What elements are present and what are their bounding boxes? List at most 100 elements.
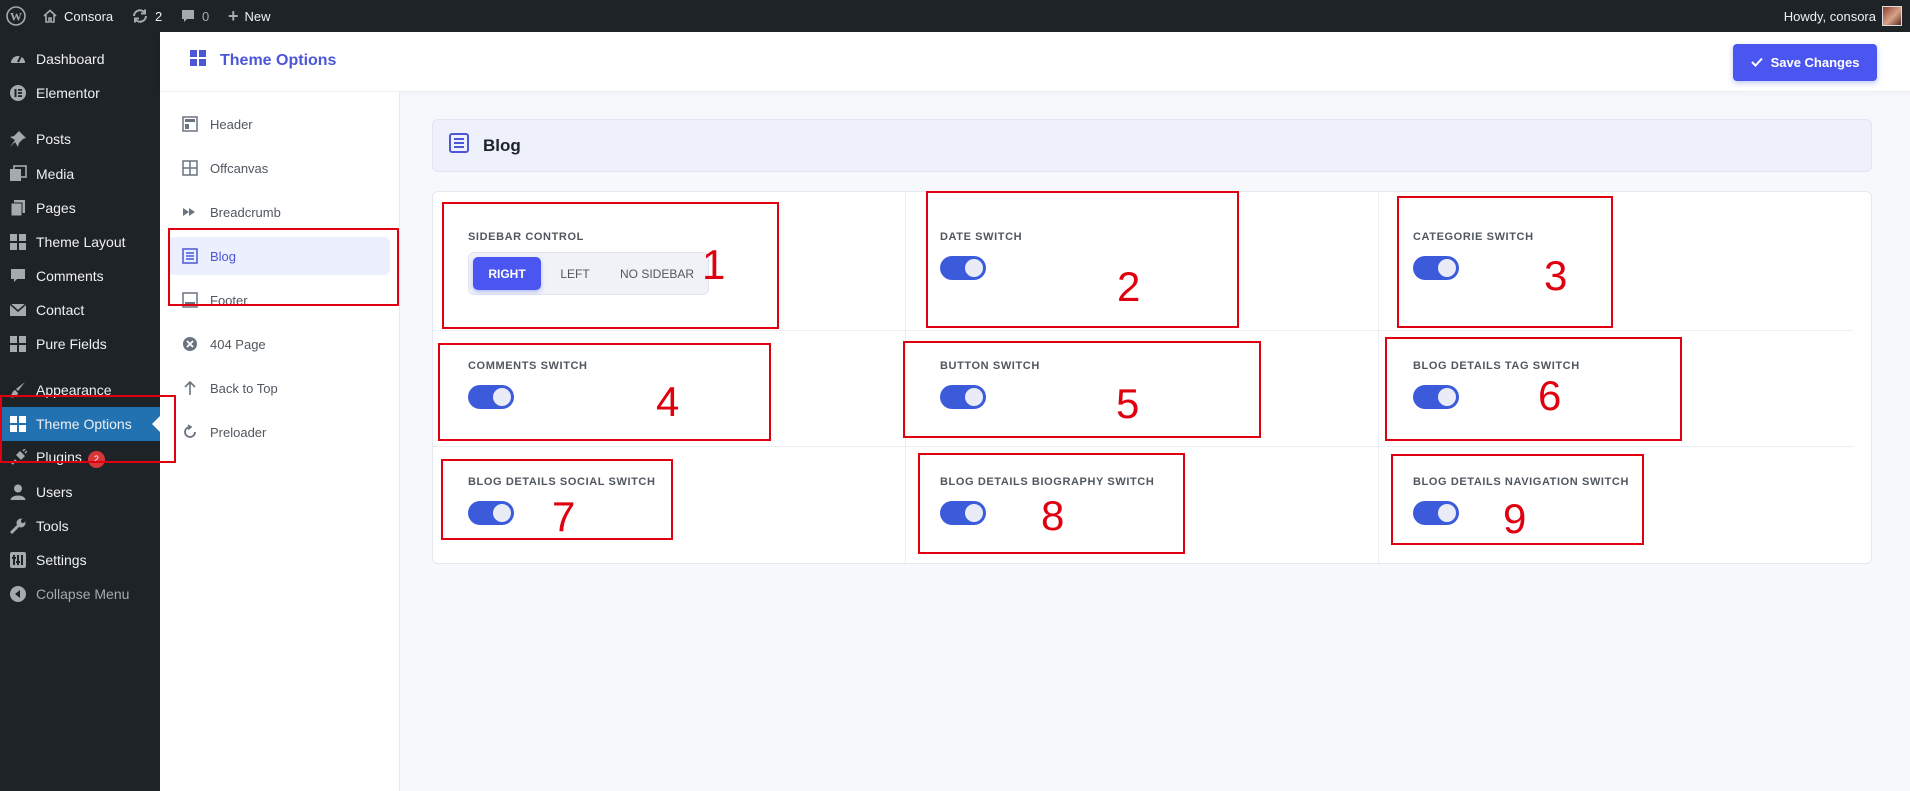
reload-icon [182, 424, 198, 440]
subnav-label: 404 Page [210, 336, 266, 352]
subnav-label: Offcanvas [210, 160, 269, 176]
menu-item-media[interactable]: Media [0, 157, 160, 191]
updates-count: 2 [155, 8, 163, 24]
menu-item-pure-fields[interactable]: Pure Fields [0, 327, 160, 361]
menu-item-theme-layout[interactable]: Theme Layout [0, 225, 160, 259]
pin-icon [9, 130, 27, 148]
menu-item-posts[interactable]: Posts [0, 122, 160, 156]
menu-label: Media [36, 166, 75, 182]
column-divider [1378, 192, 1379, 563]
subnav-label: Preloader [210, 424, 267, 440]
new-label: New [244, 8, 271, 24]
wordpress-logo-icon[interactable]: W [6, 0, 26, 32]
annotation-number-7: 7 [552, 493, 576, 540]
annotation-number-6: 6 [1538, 372, 1562, 419]
annotation-box-6 [1385, 337, 1682, 441]
home-icon [42, 8, 58, 24]
annotation-number-5: 5 [1116, 380, 1140, 427]
menu-item-pages[interactable]: Pages [0, 191, 160, 225]
menu-item-elementor[interactable]: Elementor [0, 76, 160, 110]
subnav-label: Header [210, 116, 253, 132]
svg-text:W: W [10, 10, 22, 24]
plus-icon: + [228, 5, 239, 26]
subnav-item-header[interactable]: Header [168, 105, 390, 143]
grid-icon [9, 233, 27, 251]
menu-label: Tools [36, 518, 69, 534]
media-icon [9, 165, 27, 183]
panel-topbar: Theme Options Save Changes [160, 32, 1910, 92]
collapse-icon [9, 585, 27, 603]
comment-bubble-icon [180, 8, 196, 24]
menu-label: Dashboard [36, 51, 105, 67]
menu-item-tools[interactable]: Tools [0, 509, 160, 543]
annotation-box-1 [442, 202, 779, 329]
subnav-label: Breadcrumb [210, 204, 281, 220]
options-subnav: Header Offcanvas Breadcrumb Blog Footer … [160, 92, 400, 791]
menu-item-comments[interactable]: Comments [0, 259, 160, 293]
header-icon [182, 116, 198, 132]
subnav-item-404-page[interactable]: 404 Page [168, 325, 390, 363]
menu-item-users[interactable]: Users [0, 475, 160, 509]
site-name-link[interactable]: Consora [42, 0, 113, 32]
section-header: Blog [432, 119, 1872, 172]
my-account-link[interactable]: Howdy, consora [1784, 0, 1902, 32]
menu-item-settings[interactable]: Settings [0, 543, 160, 577]
avatar [1882, 6, 1902, 26]
menu-item-collapse[interactable]: Collapse Menu [0, 577, 160, 611]
menu-label: Comments [36, 268, 104, 284]
annotation-box-blog-tab [168, 228, 399, 306]
annotation-number-2: 2 [1117, 263, 1141, 310]
breadcrumb-icon [182, 204, 198, 220]
admin-bar: W Consora 2 0 + New Howdy, consora [0, 0, 1910, 32]
elementor-icon [9, 84, 27, 102]
menu-label: Elementor [36, 85, 100, 101]
howdy-text: Howdy, consora [1783, 8, 1876, 24]
site-name: Consora [64, 8, 114, 24]
menu-label: Theme Layout [36, 234, 126, 250]
annotation-box-theme-options [0, 395, 176, 463]
section-title: Blog [483, 135, 521, 155]
save-changes-button[interactable]: Save Changes [1733, 44, 1877, 81]
annotation-box-5 [903, 341, 1261, 438]
updates-icon [131, 8, 149, 24]
settings-icon [9, 551, 27, 569]
annotation-number-8: 8 [1041, 492, 1065, 539]
comments-link[interactable]: 0 [180, 0, 209, 32]
annotation-number-9: 9 [1503, 495, 1527, 542]
menu-label: Settings [36, 552, 87, 568]
new-content-link[interactable]: + New [228, 0, 271, 32]
comments-count: 0 [202, 8, 210, 24]
updates-link[interactable]: 2 [131, 0, 162, 32]
menu-label: Contact [36, 302, 85, 318]
comment-icon [9, 267, 27, 285]
subnav-item-offcanvas[interactable]: Offcanvas [168, 149, 390, 187]
subnav-item-back-to-top[interactable]: Back to Top [168, 369, 390, 407]
annotation-number-3: 3 [1544, 252, 1568, 299]
annotation-box-2 [926, 191, 1239, 328]
menu-item-contact[interactable]: Contact [0, 293, 160, 327]
user-icon [9, 483, 27, 501]
row-divider [433, 330, 1853, 331]
subnav-item-preloader[interactable]: Preloader [168, 413, 390, 451]
menu-label: Collapse Menu [36, 586, 130, 602]
row-divider [433, 446, 1853, 447]
offcanvas-icon [182, 160, 198, 176]
check-icon [1750, 55, 1763, 70]
subnav-label: Back to Top [210, 380, 278, 396]
menu-item-dashboard[interactable]: Dashboard [0, 42, 160, 76]
mail-icon [9, 301, 27, 319]
save-changes-label: Save Changes [1770, 55, 1860, 70]
menu-label: Posts [36, 131, 72, 147]
menu-label: Pure Fields [36, 336, 107, 352]
menu-label: Users [36, 484, 73, 500]
menu-label: Pages [36, 200, 76, 216]
grid-icon [9, 335, 27, 353]
grid-icon [190, 50, 206, 71]
annotation-number-4: 4 [656, 378, 680, 425]
error-icon [182, 336, 198, 352]
list-icon [449, 133, 469, 158]
wrench-icon [9, 517, 27, 535]
page-title-text: Theme Options [220, 51, 337, 69]
subnav-item-breadcrumb[interactable]: Breadcrumb [168, 193, 390, 231]
pages-icon [9, 199, 27, 217]
